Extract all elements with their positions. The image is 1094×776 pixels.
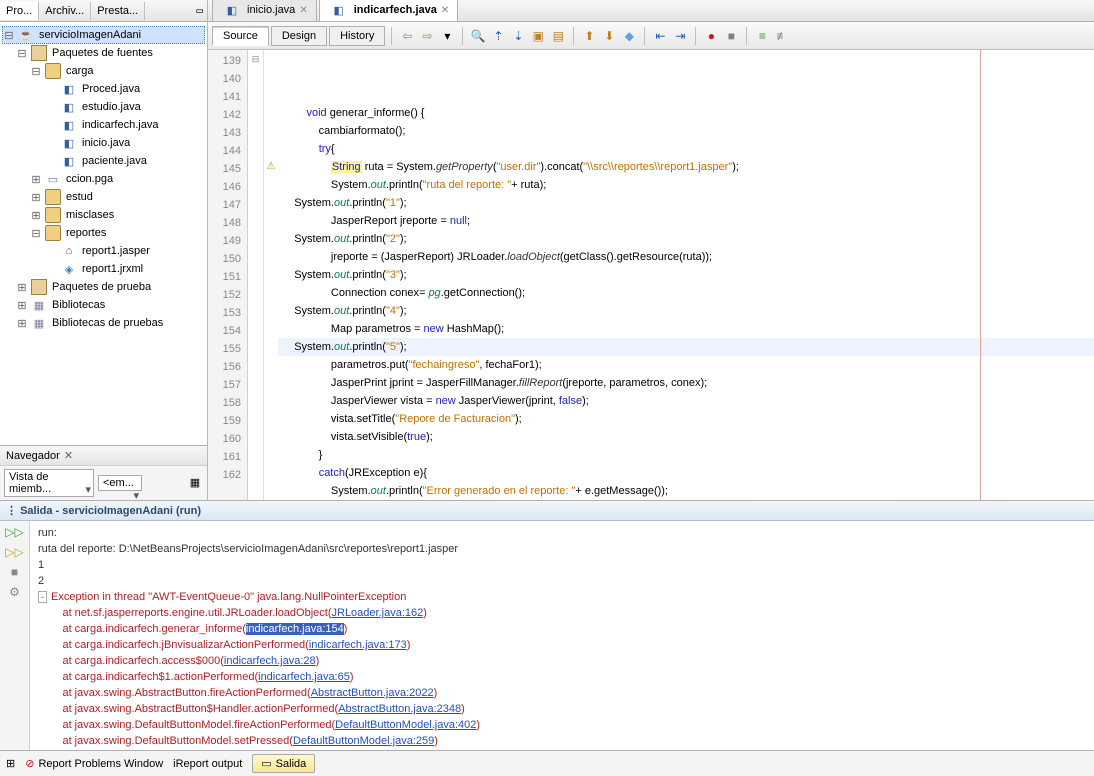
tree-libraries[interactable]: ⊞Bibliotecas <box>2 296 205 314</box>
tree-source-packages[interactable]: ⊟Paquetes de fuentes <box>2 44 205 62</box>
stop-icon[interactable]: ■ <box>11 565 18 579</box>
package-icon <box>45 63 61 79</box>
project-icon <box>18 27 34 43</box>
settings-icon[interactable]: ⚙ <box>9 585 20 599</box>
minimize-button[interactable]: ▭ <box>192 2 207 19</box>
editor-toolbar: Source Design History ⇦ ⇨ ▾ 🔍 ⇡ ⇣ ▣ ▤ ⬆ … <box>208 22 1094 50</box>
editor-tab-inicio[interactable]: inicio.java✕ <box>212 0 317 21</box>
editor-tabs: inicio.java✕ indicarfech.java✕ <box>208 0 1094 22</box>
salida-button[interactable]: ▭Salida <box>252 754 315 773</box>
tree-file[interactable]: estudio.java <box>2 98 205 116</box>
close-icon[interactable]: ✕ <box>441 5 449 16</box>
tab-projects[interactable]: Pro... <box>0 2 39 20</box>
code-text[interactable]: void generar_informe() { cambiarformato(… <box>278 50 1094 500</box>
line-gutter: 1391401411421431441451461471481491501511… <box>208 50 248 500</box>
macro-stop-icon[interactable]: ■ <box>722 27 740 45</box>
goto-bookmark-icon[interactable]: ◆ <box>620 27 638 45</box>
java-file-icon <box>61 117 77 133</box>
nav-back-icon[interactable]: ⇦ <box>398 27 416 45</box>
tree-pkg-misclases[interactable]: ⊞misclases <box>2 206 205 224</box>
output-pane: ⋮ Salida - servicioImagenAdani (run) ▷▷ … <box>0 500 1094 750</box>
find-next-icon[interactable]: ⇣ <box>509 27 527 45</box>
comment-icon[interactable]: ≡ <box>753 27 771 45</box>
editor-tab-indicarfech[interactable]: indicarfech.java✕ <box>319 0 459 21</box>
java-file-icon <box>61 81 77 97</box>
prev-bookmark-icon[interactable]: ⬆ <box>580 27 598 45</box>
project-tree[interactable]: ⊟servicioImagenAdani ⊟Paquetes de fuente… <box>0 22 207 445</box>
navigator-view-combo[interactable]: Vista de miemb... <box>4 469 94 497</box>
next-bookmark-icon[interactable]: ⬇ <box>600 27 618 45</box>
package-root-icon <box>31 45 47 61</box>
history-tab[interactable]: History <box>329 26 385 46</box>
error-icon: ⊘ <box>25 757 34 770</box>
java-file-icon <box>61 99 77 115</box>
navigator-settings-icon[interactable]: ▦ <box>187 475 203 491</box>
project-tabs: Pro... Archiv... Presta... ▭ <box>0 0 207 22</box>
java-file-icon <box>61 153 77 169</box>
tree-pkg-carga[interactable]: ⊟carga <box>2 62 205 80</box>
tree-file[interactable]: Proced.java <box>2 80 205 98</box>
jrxml-icon <box>61 261 77 277</box>
tree-file[interactable]: paciente.java <box>2 152 205 170</box>
navigator-title: Navegador <box>6 450 60 462</box>
library-icon <box>31 297 47 313</box>
design-tab[interactable]: Design <box>271 26 327 46</box>
uncomment-icon[interactable]: ≢ <box>773 27 791 45</box>
source-tab[interactable]: Source <box>212 26 269 46</box>
toggle-highlight-icon[interactable]: ▣ <box>529 27 547 45</box>
shift-right-icon[interactable]: ⇥ <box>671 27 689 45</box>
tree-file[interactable]: report1.jrxml <box>2 260 205 278</box>
output-icon: ▭ <box>261 757 271 770</box>
jasper-icon <box>61 243 77 259</box>
java-file-icon <box>224 2 240 18</box>
nav-fwd-icon[interactable]: ⇨ <box>418 27 436 45</box>
close-icon[interactable]: ✕ <box>299 5 307 16</box>
macro-record-icon[interactable]: ● <box>702 27 720 45</box>
output-title: ⋮ Salida - servicioImagenAdani (run) <box>0 501 1094 521</box>
fold-column[interactable]: ⊟ <box>248 50 264 500</box>
tree-ccion[interactable]: ⊞ccion.pga <box>2 170 205 188</box>
navigator-close-icon[interactable]: ✕ <box>64 449 73 462</box>
status-bar: ⊞ ⊘Report Problems Window iReport output… <box>0 750 1094 776</box>
output-gutter: ▷▷ ▷▷ ■ ⚙ <box>0 521 30 750</box>
java-file-icon <box>331 2 347 18</box>
dropdown-icon[interactable]: ▾ <box>438 27 456 45</box>
find-sel-icon[interactable]: 🔍 <box>469 27 487 45</box>
shift-left-icon[interactable]: ⇤ <box>651 27 669 45</box>
navigator-filter-combo[interactable]: <em... <box>98 475 142 491</box>
tab-services[interactable]: Presta... <box>91 2 145 20</box>
library-icon <box>31 315 47 331</box>
rerun-icon[interactable]: ▷▷ <box>5 525 23 539</box>
ireport-output-button[interactable]: iReport output <box>173 758 242 770</box>
tree-pkg-reportes[interactable]: ⊟reportes <box>2 224 205 242</box>
code-editor[interactable]: 1391401411421431441451461471481491501511… <box>208 50 1094 500</box>
tab-files[interactable]: Archiv... <box>39 2 91 20</box>
tree-test-packages[interactable]: ⊞Paquetes de prueba <box>2 278 205 296</box>
tree-file[interactable]: report1.jasper <box>2 242 205 260</box>
package-icon <box>45 189 61 205</box>
tree-pkg-estud[interactable]: ⊞estud <box>2 188 205 206</box>
package-root-icon <box>31 279 47 295</box>
rerun-debug-icon[interactable]: ▷▷ <box>5 545 23 559</box>
collapse-status-icon[interactable]: ⊞ <box>6 757 15 770</box>
report-problems-button[interactable]: ⊘Report Problems Window <box>25 757 163 770</box>
tree-file[interactable]: indicarfech.java <box>2 116 205 134</box>
margin-line <box>980 50 981 500</box>
db-icon <box>45 171 61 187</box>
toggle-bookmark-icon[interactable]: ▤ <box>549 27 567 45</box>
tree-project-root[interactable]: ⊟servicioImagenAdani <box>2 26 205 44</box>
glyph-column: ⚠ <box>264 50 278 500</box>
package-icon <box>45 225 61 241</box>
package-icon <box>45 207 61 223</box>
tree-test-libraries[interactable]: ⊞Bibliotecas de pruebas <box>2 314 205 332</box>
navigator-pane: Navegador ✕ Vista de miemb... <em... ▦ <box>0 445 207 500</box>
tree-file[interactable]: inicio.java <box>2 134 205 152</box>
find-prev-icon[interactable]: ⇡ <box>489 27 507 45</box>
output-text[interactable]: run:ruta del reporte: D:\NetBeansProject… <box>30 521 1094 750</box>
java-file-icon <box>61 135 77 151</box>
